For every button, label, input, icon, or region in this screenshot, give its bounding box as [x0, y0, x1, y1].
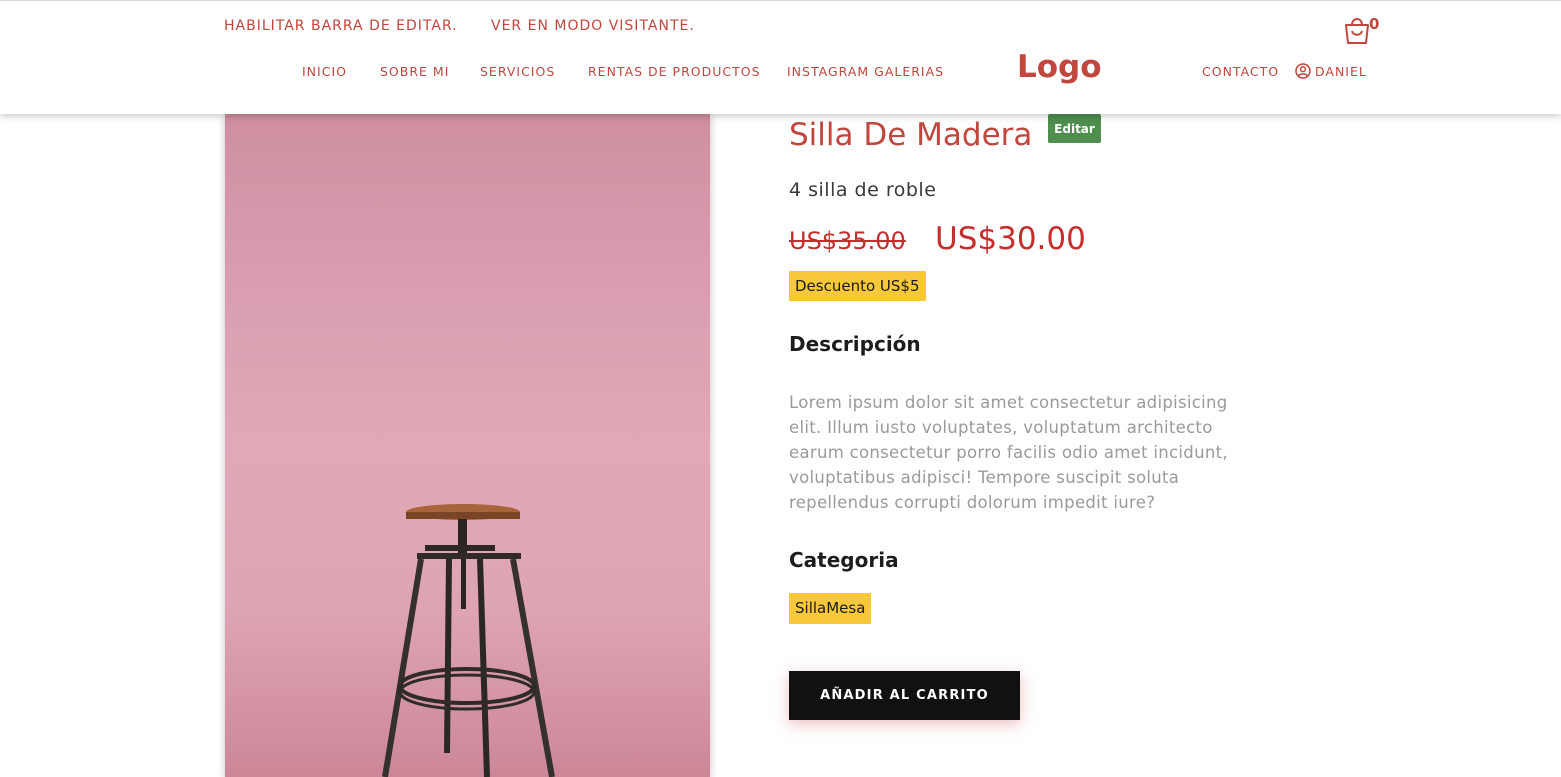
category-tag[interactable]: SillaMesa — [789, 593, 872, 624]
product-subtitle: 4 silla de roble — [789, 179, 937, 201]
old-price: US$35.00 — [789, 227, 906, 255]
nav-item-sobre-mi[interactable]: SOBRE MI — [380, 64, 449, 79]
nav-item-contacto[interactable]: CONTACTO — [1202, 64, 1279, 79]
nav-item-servicios[interactable]: SERVICIOS — [480, 64, 555, 79]
description-heading: Descripción — [789, 332, 921, 356]
product-description: Lorem ipsum dolor sit amet consectetur a… — [789, 393, 1228, 512]
nav-item-instagram[interactable]: INSTAGRAM GALERIAS — [787, 64, 944, 79]
user-name: DANIEL — [1315, 63, 1367, 79]
edit-button[interactable]: Editar — [1048, 114, 1101, 143]
nav-item-rentas[interactable]: RENTAS DE PRODUCTOS — [588, 64, 761, 79]
new-price: US$30.00 — [935, 221, 1086, 257]
user-circle-icon — [1295, 63, 1311, 79]
enable-edit-bar-link[interactable]: HABILITAR BARRA DE EDITAR. — [224, 18, 458, 34]
product-image — [225, 113, 710, 777]
cart-count: 0 — [1369, 15, 1380, 33]
stool-illustration — [382, 504, 555, 777]
category-heading: Categoria — [789, 548, 899, 572]
discount-badge: Descuento US$5 — [789, 271, 926, 301]
user-menu[interactable]: DANIEL — [1295, 63, 1367, 79]
site-logo[interactable]: Logo — [1017, 49, 1102, 85]
site-header: HABILITAR BARRA DE EDITAR. VER EN MODO V… — [0, 0, 1561, 114]
visitor-mode-link[interactable]: VER EN MODO VISITANTE. — [491, 18, 695, 34]
add-to-cart-button[interactable]: AÑADIR AL CARRITO — [789, 671, 1020, 720]
product-title: Silla De Madera — [789, 117, 1033, 153]
shopping-bag-icon — [1345, 18, 1369, 44]
nav-item-inicio[interactable]: INICIO — [302, 64, 347, 79]
cart-button[interactable]: 0 — [1343, 15, 1383, 45]
